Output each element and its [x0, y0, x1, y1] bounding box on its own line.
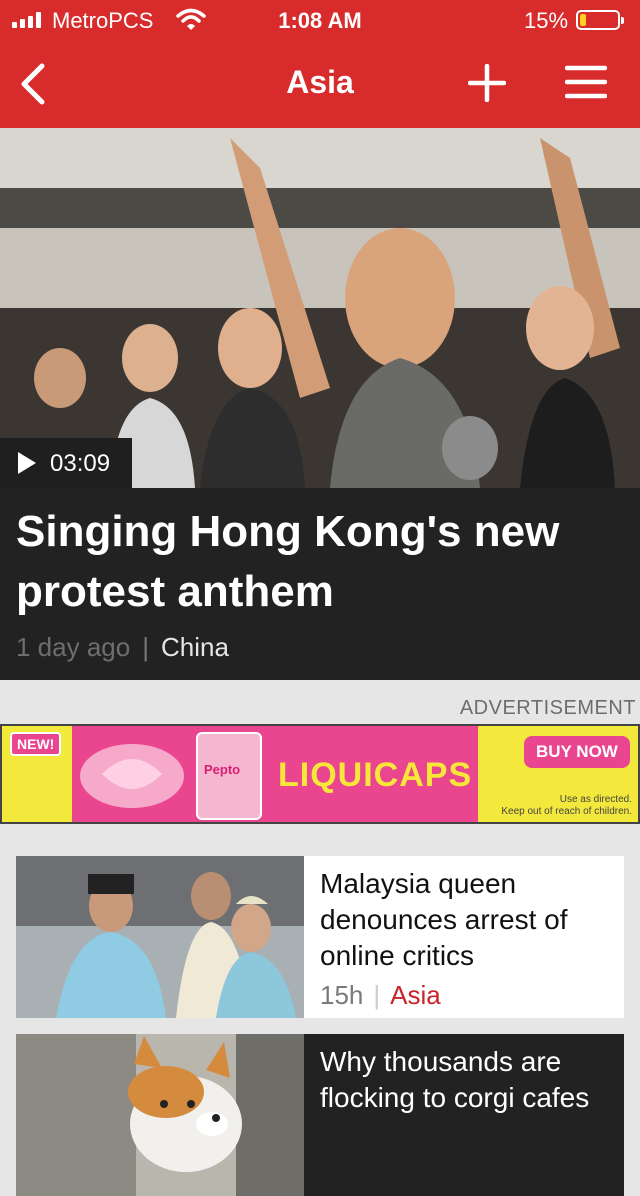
ad-badge: NEW! — [10, 732, 62, 756]
ad-buy-now-button[interactable]: BUY NOW — [524, 736, 630, 768]
story-tag[interactable]: China — [161, 632, 229, 662]
story-age: 1 day ago — [16, 632, 131, 662]
story-headline[interactable]: Why thousands are flocking to corgi cafe… — [320, 1044, 616, 1116]
story-thumbnail[interactable] — [16, 1034, 304, 1196]
ad-product-pack: Pepto — [196, 732, 262, 820]
hamburger-menu-icon[interactable] — [565, 64, 607, 100]
story-card[interactable]: Malaysia queen denounces arrest of onlin… — [16, 856, 624, 1018]
story-age: 15h — [320, 980, 364, 1010]
story-card[interactable]: Why thousands are flocking to corgi cafe… — [16, 1034, 624, 1196]
story-thumbnail[interactable] — [16, 856, 304, 1018]
battery-icon — [576, 10, 624, 30]
play-icon — [18, 452, 36, 474]
plus-icon[interactable] — [468, 64, 506, 102]
status-bar: MetroPCS 1:08 AM 15% — [0, 0, 640, 40]
hero-headline[interactable]: Singing Hong Kong's new protest anthem — [16, 502, 626, 622]
ad-fine-print: Use as directed. Keep out of reach of ch… — [501, 794, 632, 817]
video-duration-badge: 03:09 — [0, 438, 132, 488]
hero-meta: 1 day ago | China — [16, 632, 229, 662]
hero-video-thumbnail[interactable] — [0, 128, 640, 488]
app-header: MetroPCS 1:08 AM 15% Asia — [0, 0, 640, 128]
story-meta: 15h | Asia — [320, 980, 441, 1010]
hero-story[interactable]: 03:09 Singing Hong Kong's new protest an… — [0, 128, 640, 680]
battery-percent: 15% — [524, 8, 569, 33]
page-title: Asia — [286, 64, 354, 100]
ad-brand: LIQUICAPS — [278, 756, 473, 794]
story-tag[interactable]: Asia — [390, 980, 441, 1010]
ad-product-illustration — [80, 744, 184, 808]
advertisement-banner[interactable]: NEW! Pepto LIQUICAPS BUY NOW Use as dire… — [0, 724, 640, 824]
story-headline[interactable]: Malaysia queen denounces arrest of onlin… — [320, 866, 616, 974]
advertisement-label: ADVERTISEMENT — [459, 697, 636, 719]
